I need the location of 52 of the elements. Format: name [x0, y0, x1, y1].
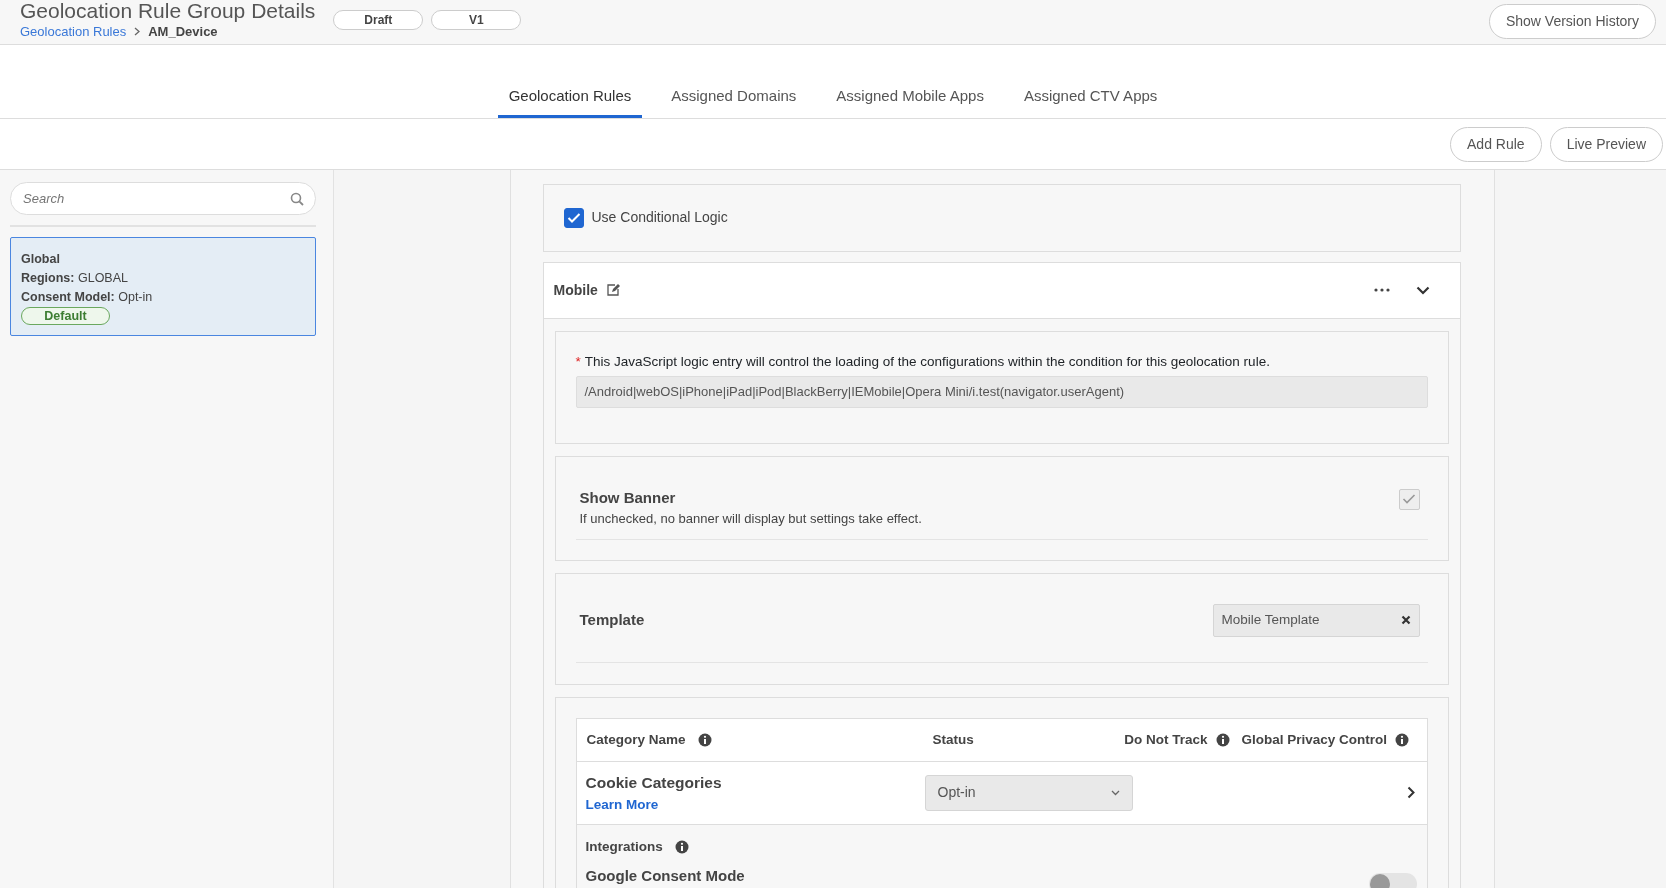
- edit-icon[interactable]: [605, 283, 620, 298]
- rule-card[interactable]: Global Regions: GLOBAL Consent Model: Opt-in Default: [10, 236, 316, 336]
- search-icon: [290, 191, 304, 206]
- check-icon: [1402, 493, 1416, 506]
- clear-icon[interactable]: [1400, 615, 1411, 626]
- condition-name: Mobile: [553, 280, 598, 300]
- search-field[interactable]: Search: [10, 181, 316, 215]
- logic-description: This JavaScript logic entry will control the loading of the configurations within the condition for this geolocation rule.: [584, 352, 1270, 371]
- tab[interactable]: Assigned Domains: [660, 84, 808, 119]
- required-mark: *: [575, 352, 581, 371]
- rule-regions: Regions: GLOBAL: [21, 269, 129, 287]
- chevron-down-icon[interactable]: [1415, 285, 1430, 295]
- integrations-label: Integrations: [585, 837, 663, 856]
- checkbox[interactable]: [563, 207, 584, 228]
- status-badge: V1: [431, 10, 522, 30]
- tab[interactable]: Assigned CTV Apps: [1012, 84, 1169, 119]
- info-icon[interactable]: [1395, 732, 1410, 747]
- rule-consent-model: Consent Model: Opt-in: [21, 288, 154, 306]
- info-icon[interactable]: [674, 840, 689, 855]
- column-header: Status: [932, 730, 974, 749]
- learn-more-link[interactable]: Learn More: [585, 796, 659, 812]
- info-icon[interactable]: [1215, 732, 1230, 747]
- column-header: Category Name: [586, 730, 686, 749]
- more-icon[interactable]: [1373, 288, 1390, 293]
- status-select[interactable]: Opt-in: [924, 774, 1133, 811]
- breadcrumb-current: AM_Device: [148, 23, 218, 41]
- logic-input[interactable]: /Android|webOS|iPhone|iPad|iPod|BlackBerry|IEMobile|Opera Mini/i.test(navigator.userAgent): [575, 376, 1428, 409]
- setting-title: Show Banner: [579, 487, 677, 508]
- checkbox-label: Use Conditional Logic: [591, 208, 728, 228]
- template-select[interactable]: Mobile Template: [1212, 603, 1420, 637]
- column-header: Global Privacy Control: [1241, 730, 1388, 749]
- setting-description: If unchecked, no banner will display but settings take effect.: [579, 510, 923, 529]
- info-icon[interactable]: [697, 732, 712, 747]
- page-title: Geolocation Rule Group Details: [20, 0, 316, 22]
- chevron-right-icon: [134, 27, 141, 37]
- breadcrumb-link[interactable]: Geolocation Rules: [20, 22, 127, 42]
- column-header: Do Not Track: [1124, 730, 1208, 749]
- rule-name: Global: [21, 250, 61, 268]
- status-badge: Draft: [333, 10, 424, 30]
- category-name: Cookie Categories: [585, 772, 723, 793]
- template-label: Template: [578, 610, 645, 631]
- default-badge: Default: [21, 306, 110, 325]
- chevron-right-icon[interactable]: [1406, 786, 1415, 800]
- version-history-button[interactable]: Show Version History: [1488, 4, 1656, 39]
- template-value: Mobile Template: [1221, 611, 1321, 630]
- tab[interactable]: Assigned Mobile Apps: [825, 84, 995, 119]
- toolbar-button[interactable]: Add Rule: [1450, 126, 1542, 162]
- check-icon: [566, 211, 581, 224]
- status-value: Opt-in: [937, 783, 977, 803]
- caret-icon: [1110, 789, 1120, 796]
- toolbar-button[interactable]: Live Preview: [1549, 126, 1663, 162]
- integration-name: Google Consent Mode: [585, 866, 745, 887]
